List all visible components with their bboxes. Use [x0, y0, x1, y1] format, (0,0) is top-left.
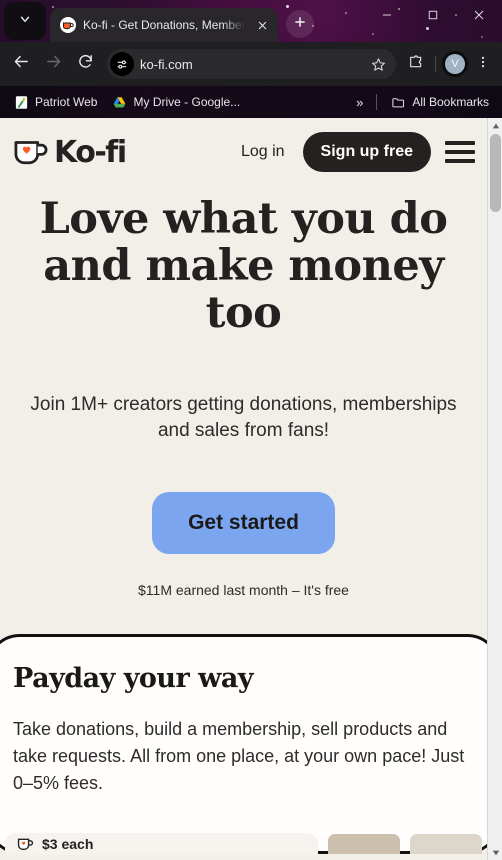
- tier-price-label: $3 each: [42, 836, 94, 853]
- bookmarks-divider: [376, 94, 378, 110]
- address-bar[interactable]: ko-fi.com: [107, 49, 396, 79]
- site-settings-icon[interactable]: [110, 52, 134, 76]
- browser-tab[interactable]: Ko-fi - Get Donations, Memberships: [50, 8, 278, 42]
- signup-free-button[interactable]: Sign up free: [302, 132, 431, 172]
- back-arrow-icon: [13, 53, 30, 75]
- login-link[interactable]: Log in: [233, 139, 293, 165]
- tier-thumbnail: [328, 834, 400, 855]
- patriot-web-icon: [13, 94, 29, 110]
- tab-search-button[interactable]: [4, 2, 46, 40]
- browser-window: Ko-fi - Get Donations, Memberships: [0, 0, 502, 860]
- bookmark-label: My Drive - Google...: [133, 95, 241, 109]
- bookmarks-bar: Patriot Web My Drive - Google... » All B…: [0, 86, 502, 118]
- extensions-button[interactable]: [403, 51, 429, 77]
- toolbar-divider: [435, 56, 436, 72]
- burger-bar: [445, 159, 475, 163]
- tab-strip: Ko-fi - Get Donations, Memberships: [0, 0, 502, 42]
- payday-card-title: Payday your way: [13, 663, 254, 695]
- bookmarks-overflow-button[interactable]: »: [348, 95, 370, 110]
- kofi-cup-heart-icon: [12, 136, 52, 168]
- tab-close-button[interactable]: [252, 15, 272, 35]
- maximize-button[interactable]: [410, 0, 456, 34]
- puzzle-piece-icon: [408, 54, 424, 75]
- maximize-icon: [427, 8, 439, 26]
- url-text[interactable]: ko-fi.com: [140, 57, 362, 72]
- payday-card: Payday your way Take donations, build a …: [0, 634, 487, 856]
- payday-card-body: Take donations, build a membership, sell…: [13, 719, 465, 794]
- page-title: Love what you do and make money too: [39, 194, 448, 338]
- page-scrollbar[interactable]: [487, 118, 502, 860]
- all-bookmarks-label: All Bookmarks: [412, 95, 489, 109]
- kofi-wordmark: Ko-fi: [54, 134, 127, 170]
- tab-title: Ko-fi - Get Donations, Memberships: [83, 18, 245, 32]
- scroll-up-button[interactable]: [488, 118, 502, 133]
- bookmark-label: Patriot Web: [35, 95, 98, 109]
- kofi-logo[interactable]: Ko-fi: [12, 134, 127, 170]
- page-viewport: Ko-fi Log in Sign up free Love what you …: [0, 118, 502, 860]
- avatar-initial: V: [445, 54, 465, 74]
- minimize-button[interactable]: [364, 0, 410, 34]
- browser-menu-button[interactable]: [470, 51, 496, 77]
- minimize-icon: [381, 8, 393, 26]
- kofi-page: Ko-fi Log in Sign up free Love what you …: [0, 118, 487, 860]
- tier-chip[interactable]: $3 each: [5, 833, 318, 856]
- browser-toolbar: ko-fi.com V: [0, 42, 502, 86]
- close-window-button[interactable]: [456, 0, 502, 34]
- bookmark-item-patriot-web[interactable]: Patriot Web: [6, 91, 104, 113]
- tier-preview-row: $3 each: [5, 833, 482, 856]
- new-tab-button[interactable]: [286, 10, 314, 38]
- scroll-up-icon: [492, 118, 500, 135]
- hero-subtitle: Join 1M+ creators getting donations, mem…: [30, 393, 457, 441]
- cta-note: $11M earned last month – It's free: [138, 582, 349, 599]
- forward-button[interactable]: [38, 49, 68, 79]
- burger-bar: [445, 141, 475, 145]
- folder-icon: [390, 94, 406, 110]
- chevron-down-icon: [18, 12, 32, 31]
- get-started-button[interactable]: Get started: [152, 492, 335, 555]
- hamburger-menu-icon[interactable]: [445, 139, 475, 165]
- tier-thumbnail: [410, 834, 482, 855]
- scrollbar-thumb[interactable]: [490, 134, 501, 212]
- scroll-down-icon: [492, 844, 500, 860]
- kofi-cup-icon: [17, 837, 34, 851]
- site-header: Ko-fi Log in Sign up free: [0, 118, 487, 182]
- burger-bar: [445, 150, 475, 154]
- plus-icon: [293, 15, 307, 34]
- hero-section: Love what you do and make money too Join…: [0, 182, 487, 598]
- google-drive-icon: [111, 94, 127, 110]
- cta-wrapper: Get started: [14, 492, 473, 555]
- three-dot-menu-icon: [476, 55, 490, 74]
- bookmark-star-icon[interactable]: [368, 54, 388, 74]
- window-controls: [364, 0, 502, 34]
- kofi-cup-icon: [60, 17, 76, 33]
- bookmark-item-my-drive[interactable]: My Drive - Google...: [104, 91, 247, 113]
- scroll-down-button[interactable]: [488, 845, 502, 860]
- close-icon: [473, 8, 485, 26]
- back-button[interactable]: [6, 49, 36, 79]
- all-bookmarks-button[interactable]: All Bookmarks: [383, 91, 496, 113]
- reload-button[interactable]: [70, 49, 100, 79]
- reload-icon: [77, 53, 94, 75]
- forward-arrow-icon: [45, 53, 62, 75]
- profile-avatar[interactable]: V: [442, 51, 468, 77]
